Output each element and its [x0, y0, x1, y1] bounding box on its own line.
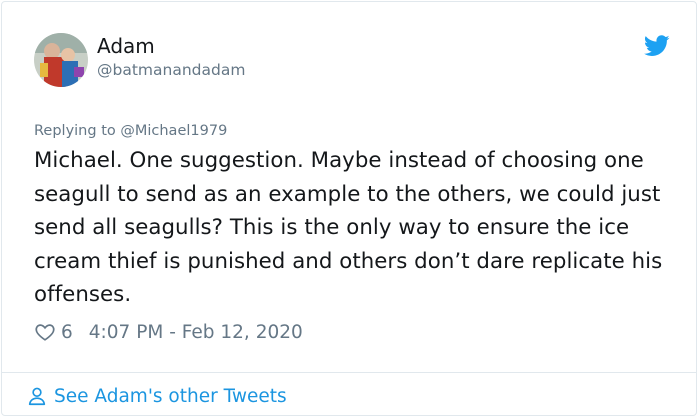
- tweet-timestamp[interactable]: 4:07 PM - Feb 12, 2020: [89, 322, 303, 343]
- see-other-tweets-label[interactable]: See Adam's other Tweets: [54, 386, 287, 407]
- tweet-meta: 6 4:07 PM - Feb 12, 2020: [34, 318, 303, 346]
- display-name[interactable]: Adam: [97, 34, 155, 58]
- reply-context: Replying to @Michael1979: [34, 121, 227, 141]
- person-icon: [28, 387, 46, 406]
- twitter-bird-icon[interactable]: [644, 35, 670, 57]
- like-count[interactable]: 6: [61, 322, 73, 343]
- user-handle[interactable]: @batmanandadam: [97, 60, 245, 80]
- reply-prefix: Replying to: [34, 123, 121, 139]
- avatar[interactable]: [34, 33, 88, 87]
- see-other-tweets-link[interactable]: See Adam's other Tweets: [26, 382, 287, 410]
- divider: [2, 372, 696, 373]
- tweet-card: Adam @batmanandadam Replying to @Michael…: [1, 1, 697, 416]
- heart-icon[interactable]: [34, 321, 56, 343]
- reply-mention-link[interactable]: @Michael1979: [120, 123, 227, 139]
- tweet-text: Michael. One suggestion. Maybe instead o…: [34, 148, 663, 307]
